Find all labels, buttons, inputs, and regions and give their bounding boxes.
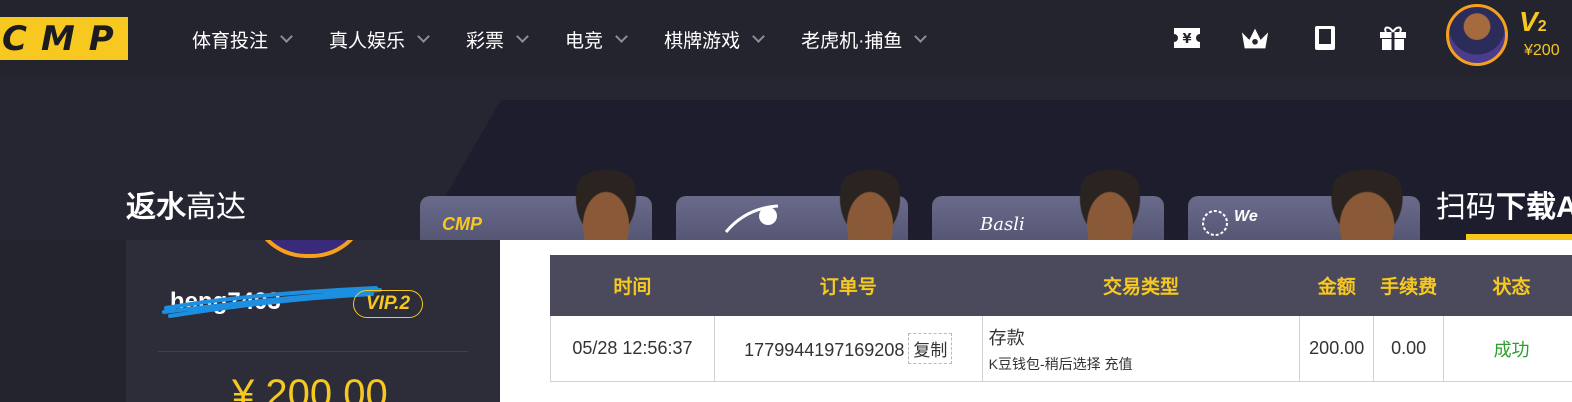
promo-banner: 返水高达 CMP Basli We 扫码下载A: [0, 78, 1572, 240]
user-avatar[interactable]: [1446, 4, 1508, 66]
ambassador-photo: [568, 170, 644, 240]
tablet-icon[interactable]: [1310, 24, 1340, 52]
cell-time: 05/28 12:56:37: [550, 315, 715, 382]
header-order-no: 订单号: [713, 255, 983, 316]
transaction-detail: K豆钱包-稍后选择 充值: [988, 355, 1133, 372]
header-time: 时间: [550, 255, 715, 316]
profile-card: heng7403 VIP.2 ¥ 200.00: [126, 240, 500, 402]
profile-avatar: [250, 240, 368, 258]
transaction-table: 时间 订单号 交易类型 金额 手续费 状态 05/28 12:56:37 177…: [550, 255, 1572, 382]
cell-status: 成功: [1443, 315, 1572, 382]
ticket-icon[interactable]: ¥: [1172, 24, 1202, 52]
chevron-down-icon: [417, 29, 430, 43]
header-status: 状态: [1443, 255, 1572, 316]
header-fee: 手续费: [1373, 255, 1445, 316]
header-balance: ¥200: [1524, 42, 1560, 59]
chevron-down-icon: [280, 29, 293, 43]
cell-fee: 0.00: [1373, 315, 1445, 382]
ambassador-photo: [832, 170, 908, 240]
cell-type: 存款 K豆钱包-稍后选择 充值: [981, 315, 1301, 382]
redaction-scribble: [162, 286, 382, 318]
header-type: 交易类型: [981, 255, 1301, 316]
chevron-down-icon: [615, 29, 628, 43]
football-logo-icon: [724, 204, 779, 233]
we-logo-icon: [1202, 210, 1228, 236]
profile-divider: [158, 351, 468, 352]
banner-download-title: 扫码下载A: [1436, 191, 1572, 224]
copy-button[interactable]: 复制: [908, 333, 953, 364]
nav-item-sports[interactable]: 体育投注: [192, 26, 293, 52]
nav-item-lottery[interactable]: 彩票: [466, 26, 529, 52]
table-header-row: 时间 订单号 交易类型 金额 手续费 状态: [550, 255, 1572, 316]
chevron-down-icon: [516, 29, 529, 43]
nav-item-live-casino[interactable]: 真人娱乐: [329, 26, 430, 52]
vip-badge: VIP.2: [353, 290, 423, 318]
table-row: 05/28 12:56:37 1779944197169208 复制 存款 K豆钱…: [550, 315, 1572, 382]
chevron-down-icon: [914, 29, 928, 43]
header-amount: 金额: [1299, 255, 1375, 316]
transaction-type: 存款: [988, 327, 1025, 348]
gift-icon[interactable]: [1378, 24, 1408, 52]
ambassador-photo: [1072, 170, 1148, 240]
nav-item-esports[interactable]: 电竞: [565, 26, 628, 52]
nav-item-slots-fishing[interactable]: 老虎机·捕鱼: [801, 26, 928, 52]
svg-text:¥: ¥: [1182, 32, 1191, 47]
transaction-panel: 时间 订单号 交易类型 金额 手续费 状态 05/28 12:56:37 177…: [500, 240, 1572, 402]
banner-rebate-title: 返水高达: [126, 191, 246, 224]
top-navbar: CMP 体育投注 真人娱乐 彩票 电竞 棋牌游戏 老虎机·捕鱼 ¥ V2 ¥20…: [0, 0, 1572, 78]
vip-level: V2: [1519, 6, 1547, 37]
ambassador-photo: [1322, 170, 1412, 240]
cell-order-no: 1779944197169208 复制: [713, 315, 983, 382]
brand-logo[interactable]: CMP: [0, 17, 128, 60]
crown-icon[interactable]: [1240, 24, 1270, 52]
main-menu: 体育投注 真人娱乐 彩票 电竞 棋牌游戏 老虎机·捕鱼: [192, 26, 963, 52]
cell-amount: 200.00: [1299, 315, 1375, 382]
nav-item-card-games[interactable]: 棋牌游戏: [664, 26, 765, 52]
chevron-down-icon: [752, 29, 765, 43]
profile-balance: ¥ 200.00: [232, 372, 388, 402]
order-number: 1779944197169208: [744, 340, 905, 360]
